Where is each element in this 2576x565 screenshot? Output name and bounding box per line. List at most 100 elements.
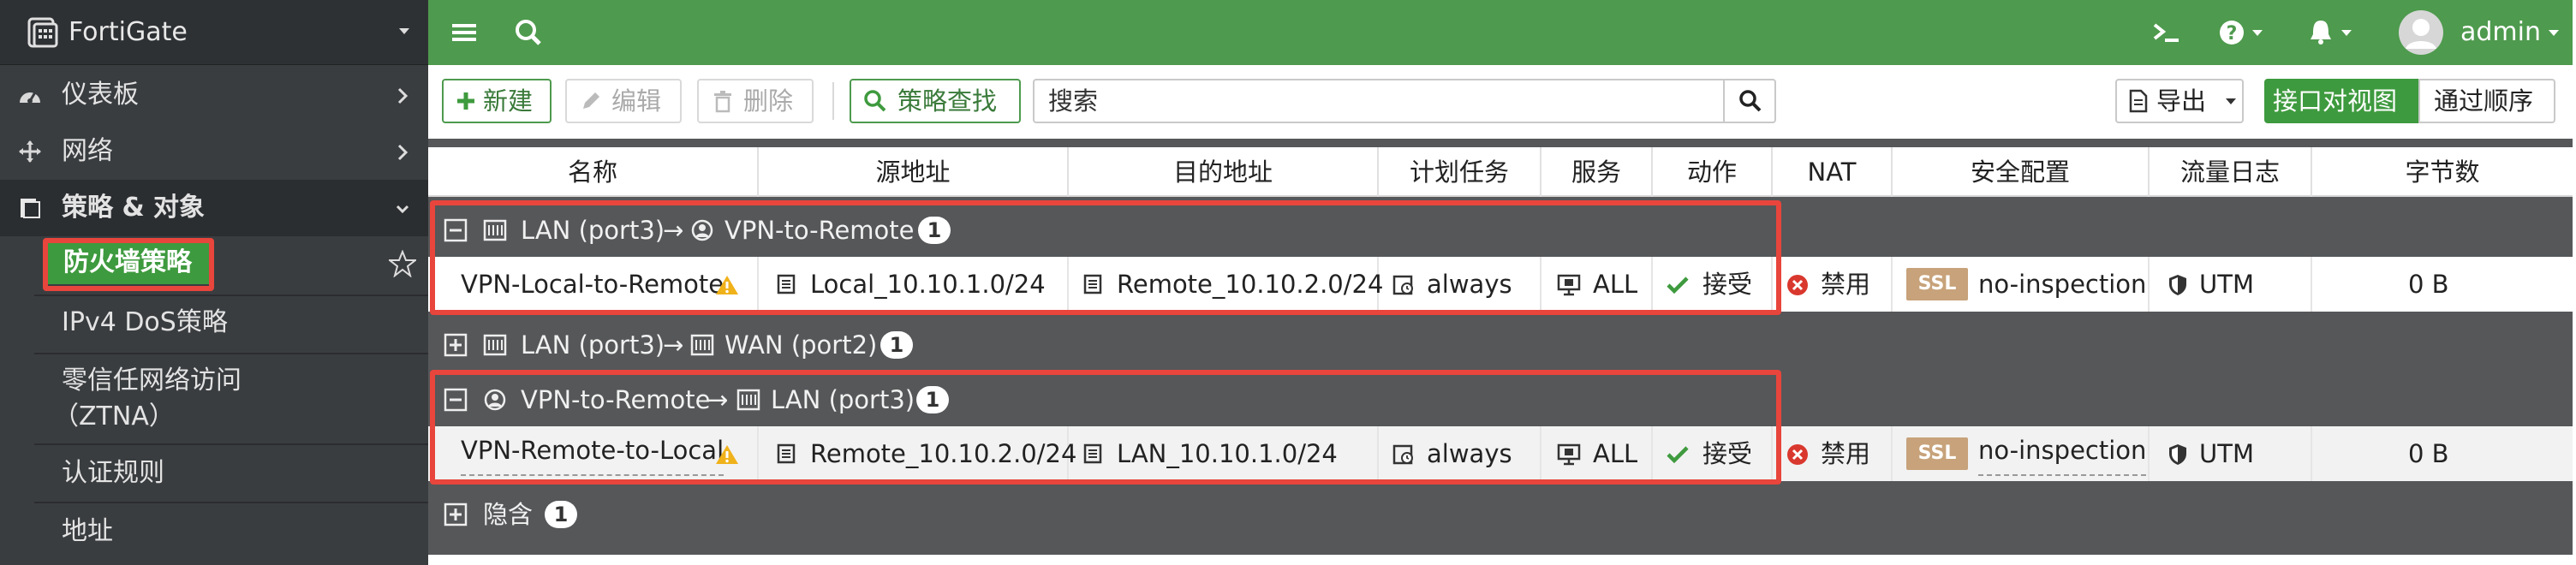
search-icon: [1739, 90, 1762, 112]
sidebar-item-label: IPv4 DoS策略: [62, 307, 228, 337]
cli-console-icon[interactable]: [2151, 15, 2182, 50]
shield-icon: [2169, 444, 2186, 465]
divider: [34, 443, 428, 445]
sequence-view-label: 通过顺序: [2434, 86, 2534, 116]
column-header[interactable]: 动作: [1653, 147, 1773, 197]
fortigate-icon: [27, 17, 58, 48]
sidebar-item-label: 策略 & 对象: [62, 193, 206, 223]
search-button[interactable]: [1723, 79, 1776, 123]
sidebar-item-auth-rules[interactable]: 认证规则: [0, 455, 428, 491]
sidebar-item-ztna[interactable]: 零信任网络访问 （ZTNA）: [0, 363, 428, 435]
traffic-log: UTM: [2199, 439, 2254, 468]
interface-pair-view-button[interactable]: 接口对视图: [2264, 79, 2420, 123]
traffic-log: UTM: [2199, 270, 2254, 299]
bytes-cell[interactable]: 0 B: [2312, 426, 2573, 481]
favorite-star-icon[interactable]: [389, 250, 416, 277]
column-header[interactable]: 安全配置: [1893, 147, 2150, 197]
caret-down-icon[interactable]: [2547, 15, 2561, 50]
group-label: 隐含: [483, 500, 534, 529]
group-source: LAN (port3): [521, 330, 665, 360]
security-profile[interactable]: no-inspection: [1978, 257, 2146, 312]
caret-down-icon[interactable]: [397, 21, 411, 41]
expand-icon[interactable]: [444, 503, 468, 526]
sidebar-item-policy-objects[interactable]: 策略 & 对象: [0, 180, 428, 236]
policy-group-header[interactable]: LAN (port3) → WAN (port2) 1: [428, 318, 2573, 372]
help-icon[interactable]: ?: [2218, 15, 2266, 50]
sidebar-item-label: 零信任网络访问: [62, 366, 242, 396]
nat: 禁用: [1821, 439, 1871, 468]
sidebar-item-label: 网络: [62, 136, 113, 166]
toolbar-divider: [832, 82, 834, 120]
column-header[interactable]: 字节数: [2312, 147, 2573, 197]
pencil-icon: [583, 92, 599, 109]
traffic-log-cell[interactable]: UTM: [2150, 426, 2312, 481]
user-name[interactable]: admin: [2460, 15, 2541, 50]
disabled-icon: [1787, 444, 1808, 465]
export-button[interactable]: 导出: [2115, 79, 2244, 123]
security-profile-cell[interactable]: SSL no-inspection: [1893, 257, 2150, 312]
edit-button[interactable]: 编辑: [565, 79, 682, 123]
column-header[interactable]: 名称: [428, 147, 759, 197]
security-profile-cell[interactable]: SSL no-inspection: [1893, 426, 2150, 481]
column-header[interactable]: 流量日志: [2150, 147, 2312, 197]
policy-lookup-button[interactable]: 策略查找: [850, 79, 1021, 123]
edit-label: 编辑: [611, 86, 662, 116]
caret-down-icon: [2226, 98, 2236, 104]
trash-icon: [714, 91, 731, 113]
policy-group-header[interactable]: 隐含 1: [428, 488, 2573, 541]
sequence-view-button[interactable]: 通过顺序: [2418, 79, 2555, 123]
ssl-badge: SSL: [1906, 437, 1968, 470]
sidebar-item-dashboard[interactable]: 仪表板: [0, 67, 428, 123]
create-new-label: 新建: [483, 86, 534, 116]
column-header[interactable]: 计划任务: [1379, 147, 1541, 197]
sidebar-item-label: 地址: [62, 516, 113, 546]
expand-icon[interactable]: [444, 333, 468, 357]
chevron-down-icon: [396, 205, 409, 214]
avatar[interactable]: [2398, 9, 2444, 56]
delete-button[interactable]: 删除: [697, 79, 814, 123]
sidebar: FortiGate 仪表板 网络 策略 & 对象 防火墙策略 IPv4 DoS策…: [0, 0, 428, 565]
traffic-log-cell[interactable]: UTM: [2150, 257, 2312, 312]
nat: 禁用: [1821, 270, 1871, 299]
sidebar-item-dos-policy[interactable]: IPv4 DoS策略: [0, 305, 428, 341]
search-icon: [864, 90, 886, 112]
table-header: 名称 源地址 目的地址 计划任务 服务 动作 NAT 安全配置 流量日志 字节数: [428, 147, 2573, 197]
hamburger-menu-icon[interactable]: [450, 15, 478, 50]
sidebar-item-network[interactable]: 网络: [0, 123, 428, 180]
port-icon: [483, 334, 507, 356]
policy-lookup-label: 策略查找: [897, 86, 998, 116]
column-header[interactable]: NAT: [1773, 147, 1893, 197]
policy-icon: [21, 199, 40, 218]
column-header[interactable]: 服务: [1541, 147, 1653, 197]
chevron-right-icon: [397, 144, 408, 161]
bytes-cell[interactable]: 0 B: [2312, 257, 2573, 312]
column-header[interactable]: 目的地址: [1069, 147, 1379, 197]
interface-pair-view-label: 接口对视图: [2273, 86, 2398, 116]
nat-cell[interactable]: 禁用: [1773, 257, 1893, 312]
delete-label: 删除: [743, 86, 794, 116]
security-profile[interactable]: no-inspection: [1978, 426, 2147, 476]
divider: [34, 353, 428, 354]
highlight-box: [430, 200, 1781, 315]
create-new-button[interactable]: 新建: [442, 79, 552, 123]
port-icon: [690, 334, 714, 356]
search-icon[interactable]: [514, 15, 543, 50]
sidebar-item-label: 认证规则: [62, 458, 164, 488]
search-placeholder: 搜索: [1048, 86, 1099, 116]
top-bar: ? admin: [428, 0, 2573, 65]
brand-name: FortiGate: [69, 17, 188, 47]
notification-bell-icon[interactable]: [2307, 15, 2355, 50]
brand-bar[interactable]: FortiGate: [0, 0, 428, 65]
column-header[interactable]: 源地址: [759, 147, 1069, 197]
toolbar: 新建 编辑 删除 策略查找 搜索 导出 接口对视图 通过顺序: [428, 65, 2573, 139]
disabled-icon: [1787, 275, 1808, 295]
nat-cell[interactable]: 禁用: [1773, 426, 1893, 481]
shield-icon: [2169, 275, 2186, 295]
svg-text:?: ?: [2227, 23, 2238, 45]
highlight-box: [43, 238, 214, 291]
divider: [34, 294, 428, 296]
group-destination: WAN (port2): [724, 330, 878, 360]
sidebar-item-addresses[interactable]: 地址: [0, 514, 428, 550]
highlight-box: [430, 370, 1781, 485]
search-input[interactable]: 搜索: [1033, 79, 1725, 123]
